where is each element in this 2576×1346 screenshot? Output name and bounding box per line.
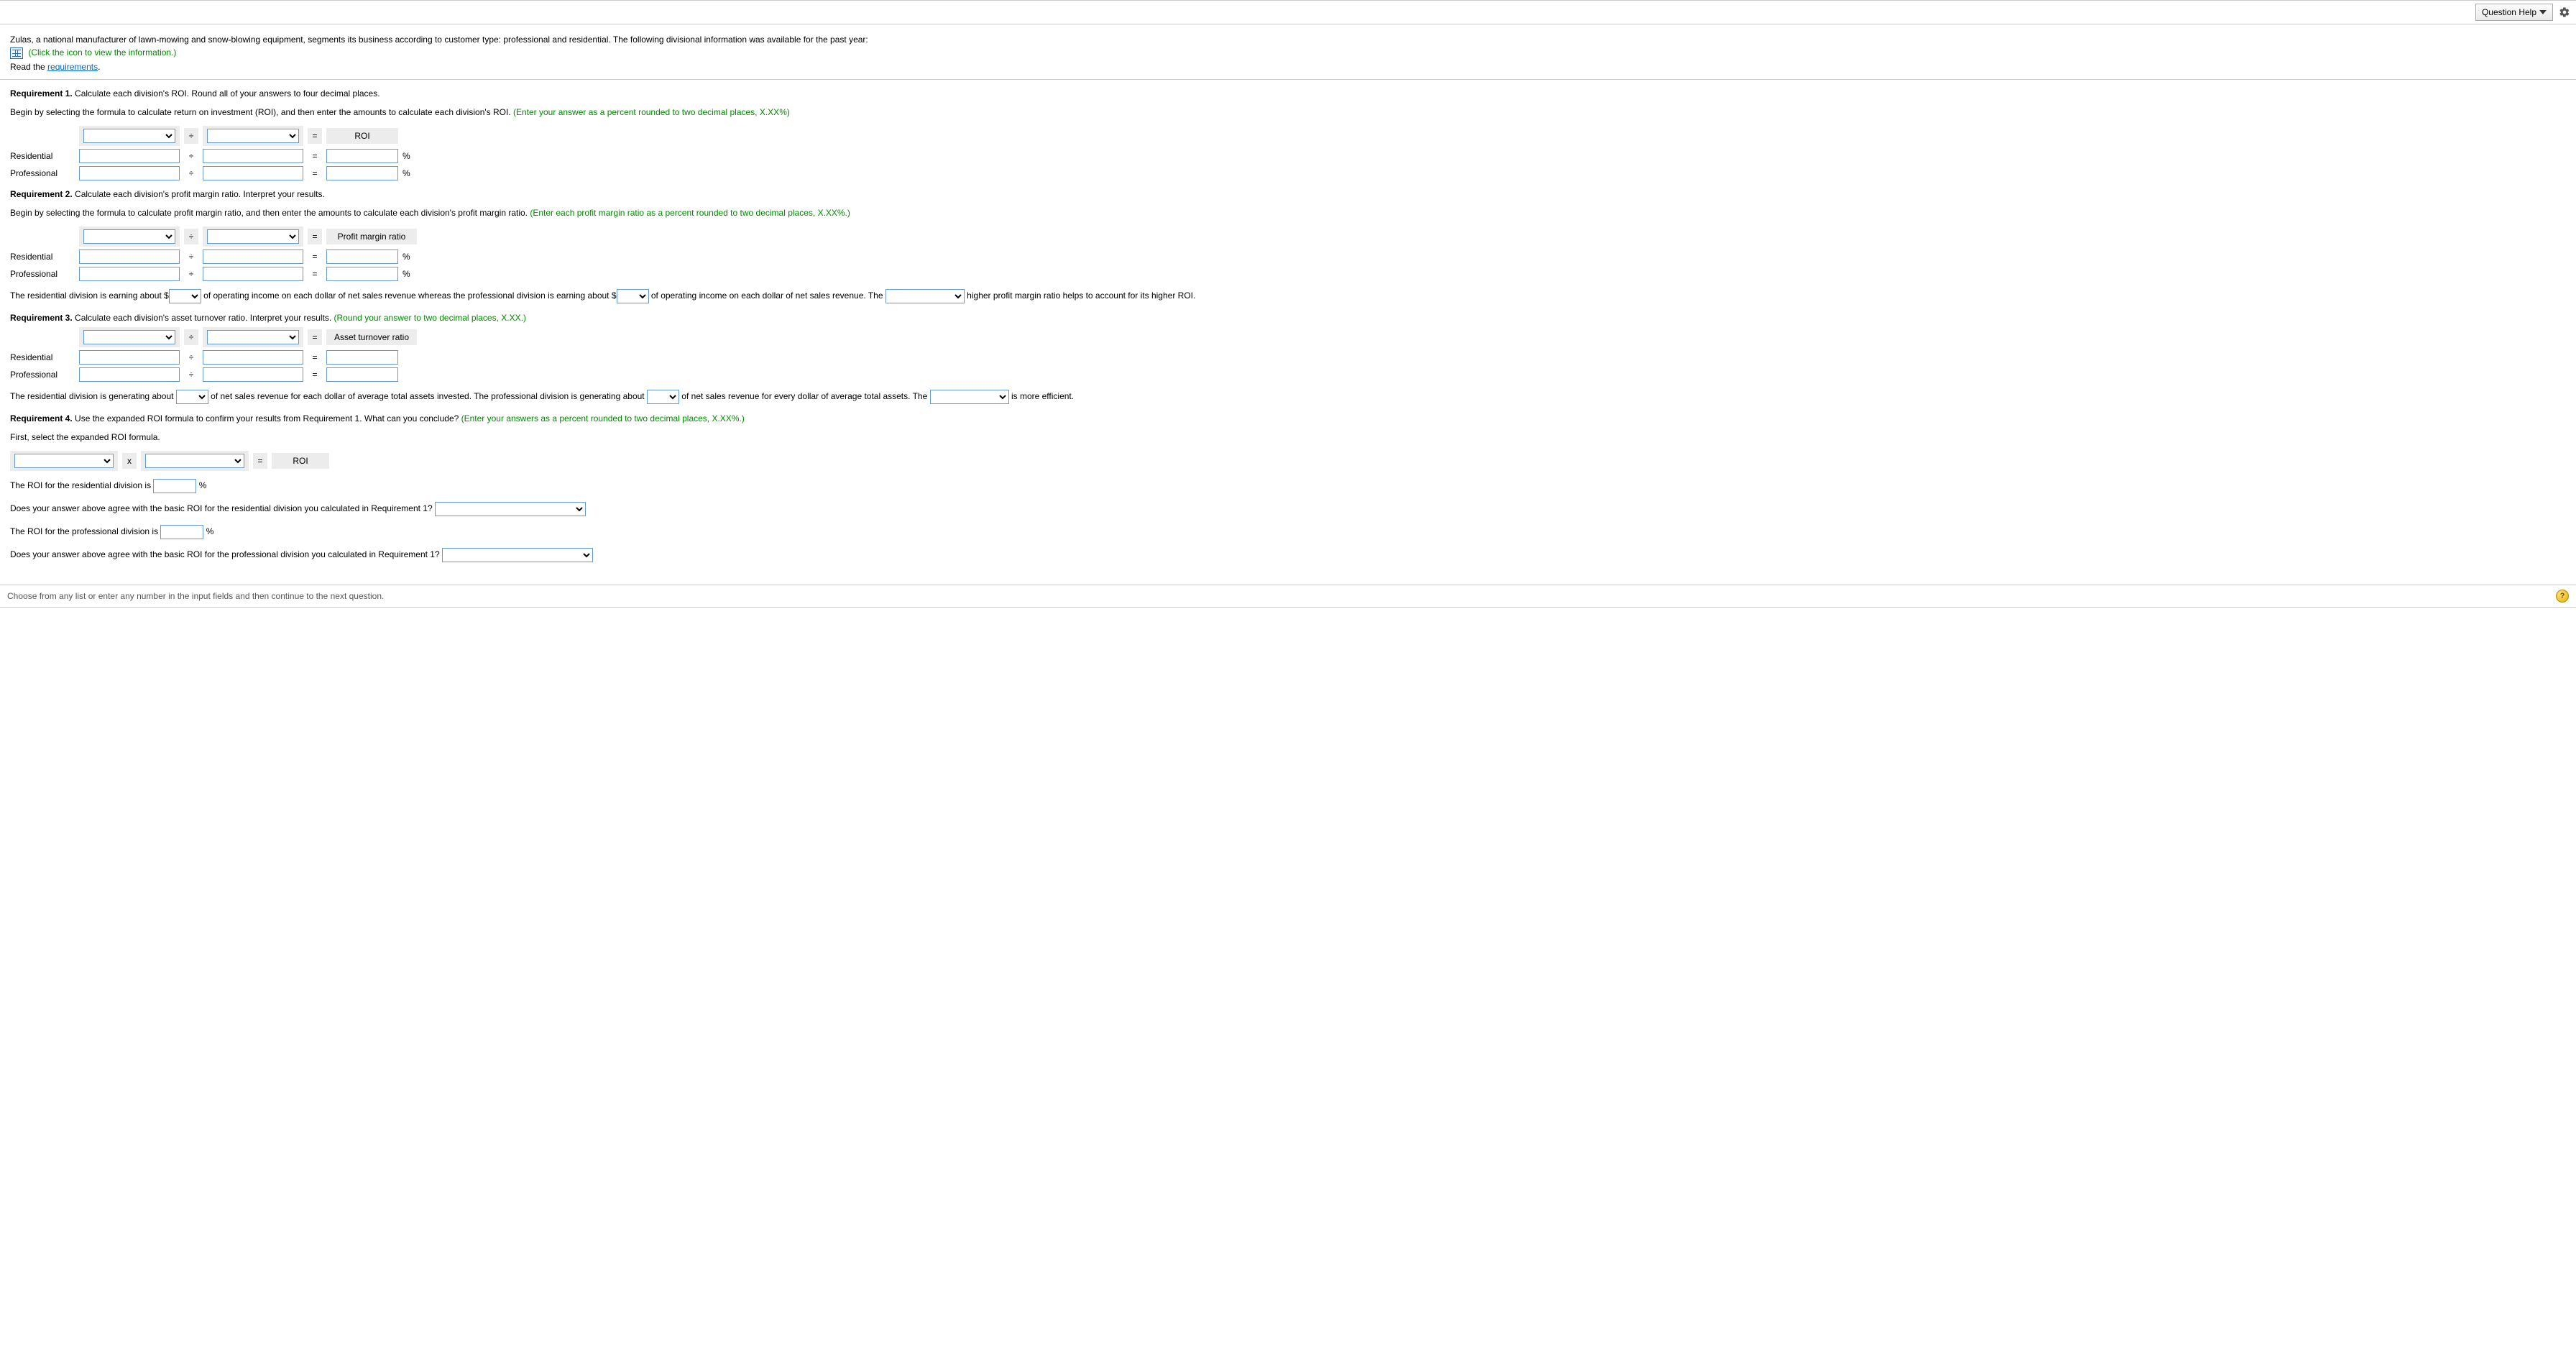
req1-res-den[interactable] xyxy=(203,149,303,163)
req2-res-dollar[interactable] xyxy=(169,289,201,303)
req2-higher-division[interactable] xyxy=(886,289,965,303)
footer-text: Choose from any list or enter any number… xyxy=(7,591,384,601)
req1-res-num[interactable] xyxy=(79,149,180,163)
req2-res-den[interactable] xyxy=(203,249,303,264)
separator xyxy=(0,79,2576,80)
percent-sign: % xyxy=(402,151,417,161)
req4-grid: x = ROI xyxy=(10,451,2566,471)
req3-pro-num[interactable] xyxy=(79,367,180,382)
intro-text: Zulas, a national manufacturer of lawn-m… xyxy=(10,35,2566,45)
row-label-professional: Professional xyxy=(10,168,75,178)
row-label-residential: Residential xyxy=(10,151,75,161)
req2-result-label: Profit margin ratio xyxy=(326,229,417,244)
req3-res-num[interactable] xyxy=(79,350,180,365)
req4-pro-agree: Does your answer above agree with the ba… xyxy=(10,546,2566,563)
req3-pro-ratio[interactable] xyxy=(647,390,679,404)
req3-formula-den[interactable] xyxy=(207,330,299,344)
req1-pro-den[interactable] xyxy=(203,166,303,180)
req3-res-result[interactable] xyxy=(326,350,398,365)
req3-interpretation: The residential division is generating a… xyxy=(10,388,2566,405)
req4-pro-roi: The ROI for the professional division is… xyxy=(10,523,2566,540)
read-requirements: Read the requirements. xyxy=(10,62,2566,72)
req4-pro-agree-select[interactable] xyxy=(442,548,593,562)
req1-instructions: Begin by selecting the formula to calcul… xyxy=(10,107,2566,117)
req2-grid: ÷ = Profit margin ratio Residential ÷ = … xyxy=(10,226,2566,281)
question-help-label: Question Help xyxy=(2482,7,2536,17)
req3-result-label: Asset turnover ratio xyxy=(326,329,417,345)
req2-formula-den[interactable] xyxy=(207,229,299,244)
req3-efficient-division[interactable] xyxy=(930,390,1009,404)
read-the-text: Read the xyxy=(10,62,47,72)
period: . xyxy=(98,62,100,72)
requirement-1: Requirement 1. Calculate each division's… xyxy=(10,88,2566,180)
req2-res-num[interactable] xyxy=(79,249,180,264)
req2-pro-dollar[interactable] xyxy=(617,289,649,303)
req4-factor2[interactable] xyxy=(145,454,244,468)
req1-formula-den[interactable] xyxy=(207,129,299,143)
req2-res-result[interactable] xyxy=(326,249,398,264)
req3-pro-den[interactable] xyxy=(203,367,303,382)
question-help-button[interactable]: Question Help xyxy=(2475,4,2553,21)
req4-factor1[interactable] xyxy=(14,454,114,468)
req2-title: Requirement 2. Calculate each division's… xyxy=(10,189,2566,199)
req3-grid: ÷ = Asset turnover ratio Residential ÷ =… xyxy=(10,327,2566,382)
requirement-3: Requirement 3. Calculate each division's… xyxy=(10,313,2566,405)
top-toolbar: Question Help xyxy=(0,0,2576,24)
req4-res-agree: Does your answer above agree with the ba… xyxy=(10,500,2566,517)
req2-pro-result[interactable] xyxy=(326,267,398,281)
op-equals: = xyxy=(308,128,322,144)
req2-pro-den[interactable] xyxy=(203,267,303,281)
req3-formula-num[interactable] xyxy=(83,330,175,344)
requirement-2: Requirement 2. Calculate each division's… xyxy=(10,189,2566,304)
req4-roi-label: ROI xyxy=(272,453,329,469)
req4-pro-roi-input[interactable] xyxy=(160,525,203,539)
req3-res-den[interactable] xyxy=(203,350,303,365)
req4-res-roi: The ROI for the residential division is … xyxy=(10,477,2566,494)
footer-bar: Choose from any list or enter any number… xyxy=(0,585,2576,608)
req1-pro-result[interactable] xyxy=(326,166,398,180)
req4-res-roi-input[interactable] xyxy=(153,479,196,493)
req2-pro-num[interactable] xyxy=(79,267,180,281)
info-row: (Click the icon to view the information.… xyxy=(10,47,2566,59)
percent-sign: % xyxy=(402,168,417,178)
question-content: Zulas, a national manufacturer of lawn-m… xyxy=(0,24,2576,576)
op-divide: ÷ xyxy=(184,128,198,144)
requirements-link[interactable]: requirements xyxy=(47,62,98,72)
req2-interpretation: The residential division is earning abou… xyxy=(10,287,2566,304)
gear-icon[interactable] xyxy=(2559,6,2570,18)
req4-res-agree-select[interactable] xyxy=(435,502,586,516)
req1-formula-num[interactable] xyxy=(83,129,175,143)
req1-title: Requirement 1. Calculate each division's… xyxy=(10,88,2566,99)
req1-grid: ÷ = ROI Residential ÷ = % Professional ÷… xyxy=(10,126,2566,180)
click-icon-link[interactable]: (Click the icon to view the information.… xyxy=(28,47,176,58)
req1-pro-num[interactable] xyxy=(79,166,180,180)
help-icon[interactable]: ? xyxy=(2556,590,2569,603)
req3-title: Requirement 3. Calculate each division's… xyxy=(10,313,2566,323)
req1-res-result[interactable] xyxy=(326,149,398,163)
req3-pro-result[interactable] xyxy=(326,367,398,382)
req2-formula-num[interactable] xyxy=(83,229,175,244)
chevron-down-icon xyxy=(2539,10,2547,14)
req1-result-label: ROI xyxy=(326,128,398,144)
table-icon[interactable] xyxy=(10,47,23,59)
req4-first-select: First, select the expanded ROI formula. xyxy=(10,432,2566,442)
requirement-4: Requirement 4. Use the expanded ROI form… xyxy=(10,413,2566,563)
req3-res-ratio[interactable] xyxy=(176,390,208,404)
req4-title: Requirement 4. Use the expanded ROI form… xyxy=(10,413,2566,424)
req2-instructions: Begin by selecting the formula to calcul… xyxy=(10,208,2566,218)
